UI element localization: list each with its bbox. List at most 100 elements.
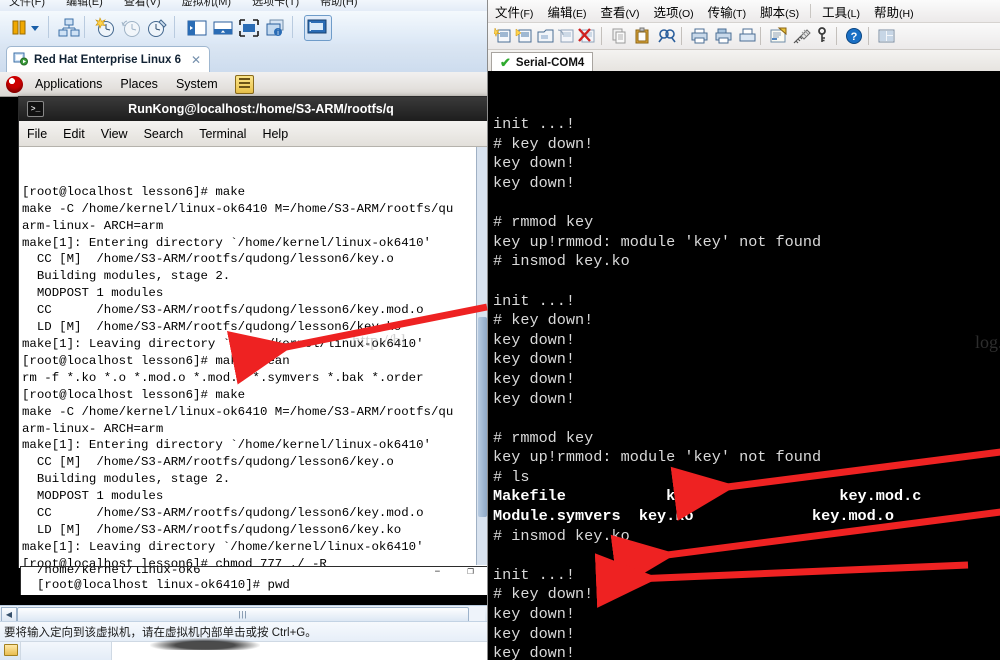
securecrt-toolbar[interactable]: ? <box>488 23 1000 50</box>
terminal-text: [root@localhost lesson6]# make make -C /h… <box>22 184 487 568</box>
show-console-icon[interactable] <box>212 17 234 39</box>
terminal-menu-view[interactable]: View <box>93 127 136 141</box>
log-session-icon[interactable] <box>714 27 733 45</box>
connect-local-shell-icon[interactable] <box>536 27 555 45</box>
vm-menu-view[interactable]: 查看(V) <box>115 0 170 8</box>
toolbar-separator <box>836 27 837 45</box>
menu-places[interactable]: Places <box>111 77 167 91</box>
unity-mode-icon[interactable]: i <box>264 17 286 39</box>
vmware-menubar[interactable]: 文件(F) 编辑(E) 查看(V) 虚拟机(M) 选项卡(T) 帮助(H) <box>0 0 487 11</box>
scrollbar-thumb[interactable] <box>478 317 487 517</box>
background-window-controls[interactable]: ‒ ❐ <box>434 567 484 580</box>
gedit-icon[interactable] <box>234 74 254 94</box>
tab-serial-com4[interactable]: ✔ Serial-COM4 <box>491 52 594 73</box>
terminal-output[interactable]: [root@localhost lesson6]# make make -C /h… <box>19 147 487 568</box>
toolbar-separator <box>84 16 85 38</box>
fullscreen-icon[interactable] <box>238 17 260 39</box>
serial-console-text: init ...! # key down! key down! key down! #… <box>493 115 1000 660</box>
terminal-line: make -C /home/kernel/linux-ok6410 M=/hom… <box>22 404 454 419</box>
close-icon[interactable]: ✕ <box>191 53 201 67</box>
crt-menu-view[interactable]: 查看(V) <box>593 2 646 21</box>
new-session-icon[interactable] <box>492 27 513 45</box>
manage-snapshot-icon[interactable] <box>146 17 168 39</box>
folder-icon <box>4 644 18 656</box>
console-line: init ...! <box>493 115 576 134</box>
console-line: # key down! <box>493 585 594 604</box>
terminal-line: LD [M] /home/S3-ARM/rootfs/qudong/lesson… <box>22 320 402 335</box>
dropdown-arrow-icon[interactable] <box>28 17 42 39</box>
terminal-line: CC [M] /home/S3-ARM/rootfs/qudong/lesson… <box>22 455 394 470</box>
vmware-tab-strip[interactable]: Red Hat Enterprise Linux 6 ✕ <box>0 44 487 73</box>
terminal-line: [root@localhost lesson6]# make <box>22 184 246 199</box>
gnome-top-panel[interactable]: Applications Places System <box>0 72 487 97</box>
reconnect-icon[interactable] <box>557 27 576 45</box>
crt-menu-options[interactable]: 选项(O) <box>646 2 700 21</box>
console-line: key down! <box>493 624 576 643</box>
explorer-pane-stub <box>21 642 112 660</box>
crt-menu-tools[interactable]: 工具(L) <box>815 2 867 21</box>
toolbar-separator <box>292 16 293 38</box>
vmware-toolbar[interactable]: i <box>0 11 487 45</box>
menu-applications[interactable]: Applications <box>26 77 111 91</box>
print-screen-icon[interactable] <box>738 27 757 45</box>
console-line: # insmod key.ko <box>493 526 630 545</box>
take-snapshot-icon[interactable] <box>94 17 116 39</box>
print-icon[interactable] <box>690 27 709 45</box>
terminal-menu-file[interactable]: File <box>19 127 55 141</box>
crt-menu-script[interactable]: 脚本(S) <box>753 2 806 21</box>
securecrt-tab-bar[interactable]: ✔ Serial-COM4 <box>488 50 1000 73</box>
terminal-menu-search[interactable]: Search <box>136 127 192 141</box>
crt-menu-transfer[interactable]: 传输(T) <box>701 2 753 21</box>
terminal-line: arm-linux- ARCH=arm <box>22 218 164 233</box>
toolbar-separator <box>48 16 49 38</box>
disconnect-icon[interactable] <box>578 27 597 45</box>
securecrt-menubar[interactable]: 文件(F) 编辑(E) 查看(V) 选项(O) 传输(T) 脚本(S) 工具(L… <box>488 0 1000 23</box>
background-artwork <box>150 638 260 650</box>
vm-menu-tabs[interactable]: 选项卡(T) <box>243 0 308 8</box>
console-line: key down! <box>493 369 576 388</box>
help-icon[interactable]: ? <box>845 27 864 45</box>
menu-system[interactable]: System <box>167 77 227 91</box>
pause-icon[interactable] <box>8 17 30 39</box>
serial-console-output[interactable]: init ...! # key down! key down! key down! #… <box>488 71 1000 660</box>
paste-icon[interactable] <box>634 27 653 45</box>
session-options-icon[interactable] <box>769 27 788 45</box>
terminal-menu-terminal[interactable]: Terminal <box>191 127 254 141</box>
vmware-horizontal-scrollbar[interactable]: ◀ ||| <box>0 605 487 623</box>
snapshot-manager-icon[interactable] <box>58 17 80 39</box>
find-icon[interactable] <box>658 27 677 45</box>
copy-icon[interactable] <box>610 27 629 45</box>
explorer-sidebar-stub <box>0 642 21 660</box>
arrange-windows-icon[interactable] <box>877 27 896 45</box>
terminal-line: make[1]: Leaving directory `/home/kernel… <box>22 336 424 351</box>
console-line: Makefile key.c key.mod.c <box>493 487 922 506</box>
multiple-monitors-icon[interactable] <box>304 15 332 41</box>
crt-menu-edit[interactable]: 编辑(E) <box>540 2 593 21</box>
crt-menu-help[interactable]: 帮助(H) <box>867 2 921 21</box>
connected-check-icon: ✔ <box>500 55 511 70</box>
toolbar-separator <box>681 27 682 45</box>
vm-menu-machine[interactable]: 虚拟机(M) <box>173 0 241 8</box>
guest-os-desktop[interactable]: Applications Places System >_ RunKong@lo… <box>0 72 487 605</box>
terminal-menu-edit[interactable]: Edit <box>55 127 93 141</box>
vm-menu-edit[interactable]: 编辑(E) <box>57 0 112 8</box>
background-terminal-window[interactable]: /home/kernel/linux-ok6 [root@localhost l… <box>20 566 487 595</box>
vm-menu-file[interactable]: 文件(F) <box>0 0 54 8</box>
terminal-titlebar: >_ RunKong@localhost:/home/S3-ARM/rootfs… <box>19 97 487 121</box>
terminal-menu-help[interactable]: Help <box>254 127 296 141</box>
global-options-icon[interactable] <box>793 27 812 45</box>
terminal-scrollbar[interactable] <box>476 147 487 565</box>
key-icon[interactable] <box>817 27 827 45</box>
show-sidebar-icon[interactable] <box>186 17 208 39</box>
vm-tab-rhel6[interactable]: Red Hat Enterprise Linux 6 ✕ <box>6 46 211 73</box>
connect-icon[interactable] <box>515 27 534 45</box>
revert-snapshot-icon[interactable] <box>120 17 142 39</box>
desktop-behind-strip <box>0 638 487 660</box>
console-line: # key down! <box>493 134 594 153</box>
terminal-menubar[interactable]: File Edit View Search Terminal Help <box>19 121 487 147</box>
vm-menu-help[interactable]: 帮助(H) <box>311 0 366 8</box>
crt-menu-file[interactable]: 文件(F) <box>488 2 540 21</box>
gnome-terminal-window[interactable]: >_ RunKong@localhost:/home/S3-ARM/rootfs… <box>18 96 487 568</box>
